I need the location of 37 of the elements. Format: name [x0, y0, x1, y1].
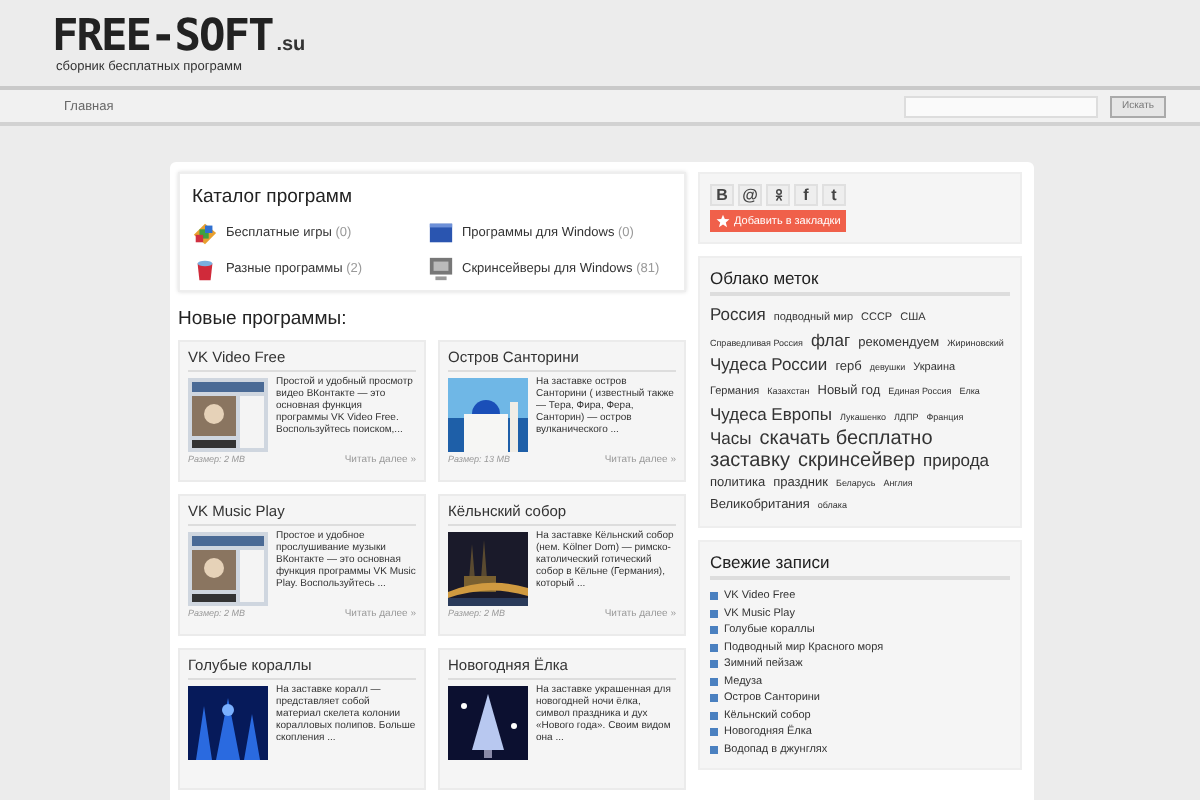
window-icon: [428, 220, 454, 246]
person-icon: [773, 188, 783, 202]
share-button[interactable]: @: [738, 184, 762, 206]
bullet-icon: [710, 660, 718, 669]
tag-link[interactable]: Россия: [710, 304, 766, 326]
tag-link[interactable]: Чудеса России: [710, 354, 828, 376]
tag-link[interactable]: флаг: [811, 330, 851, 352]
site-logo[interactable]: FREE-SOFT: [52, 16, 273, 60]
tag-link[interactable]: скринсейвер: [797, 450, 915, 472]
bullet-icon: [710, 677, 718, 686]
bullet-icon: [710, 745, 718, 754]
tag-link[interactable]: заставку: [710, 450, 790, 472]
recent-posts-title: Свежие записи: [710, 552, 1010, 580]
share-button[interactable]: В: [710, 184, 734, 206]
share-button[interactable]: f: [794, 184, 818, 206]
share-button[interactable]: [766, 184, 790, 206]
share-button[interactable]: t: [822, 184, 846, 206]
section-heading: Новые программы:: [178, 308, 349, 330]
catalog-title: Каталог программ: [192, 186, 354, 208]
tag-cloud-title: Облако меток: [710, 268, 1010, 296]
palette-icon: [192, 220, 218, 246]
bullet-icon: [710, 711, 718, 720]
bullet-icon: [710, 626, 718, 635]
bullet-icon: [710, 694, 718, 703]
tag-link[interactable]: природа: [923, 450, 990, 472]
bullet-icon: [710, 728, 718, 737]
tag-link[interactable]: скачать бесплатно: [759, 428, 933, 450]
bullet-icon: [710, 592, 718, 601]
star-icon: [716, 214, 730, 228]
bullet-icon: [710, 643, 718, 652]
site-domain: .su: [276, 34, 306, 56]
search-field[interactable]: [904, 95, 1098, 117]
monitor-icon: [428, 256, 454, 282]
bucket-icon: [192, 256, 218, 282]
bullet-icon: [710, 609, 718, 618]
tag-link[interactable]: Чудеса Европы: [710, 404, 833, 426]
tag-link[interactable]: Часы: [710, 428, 752, 450]
